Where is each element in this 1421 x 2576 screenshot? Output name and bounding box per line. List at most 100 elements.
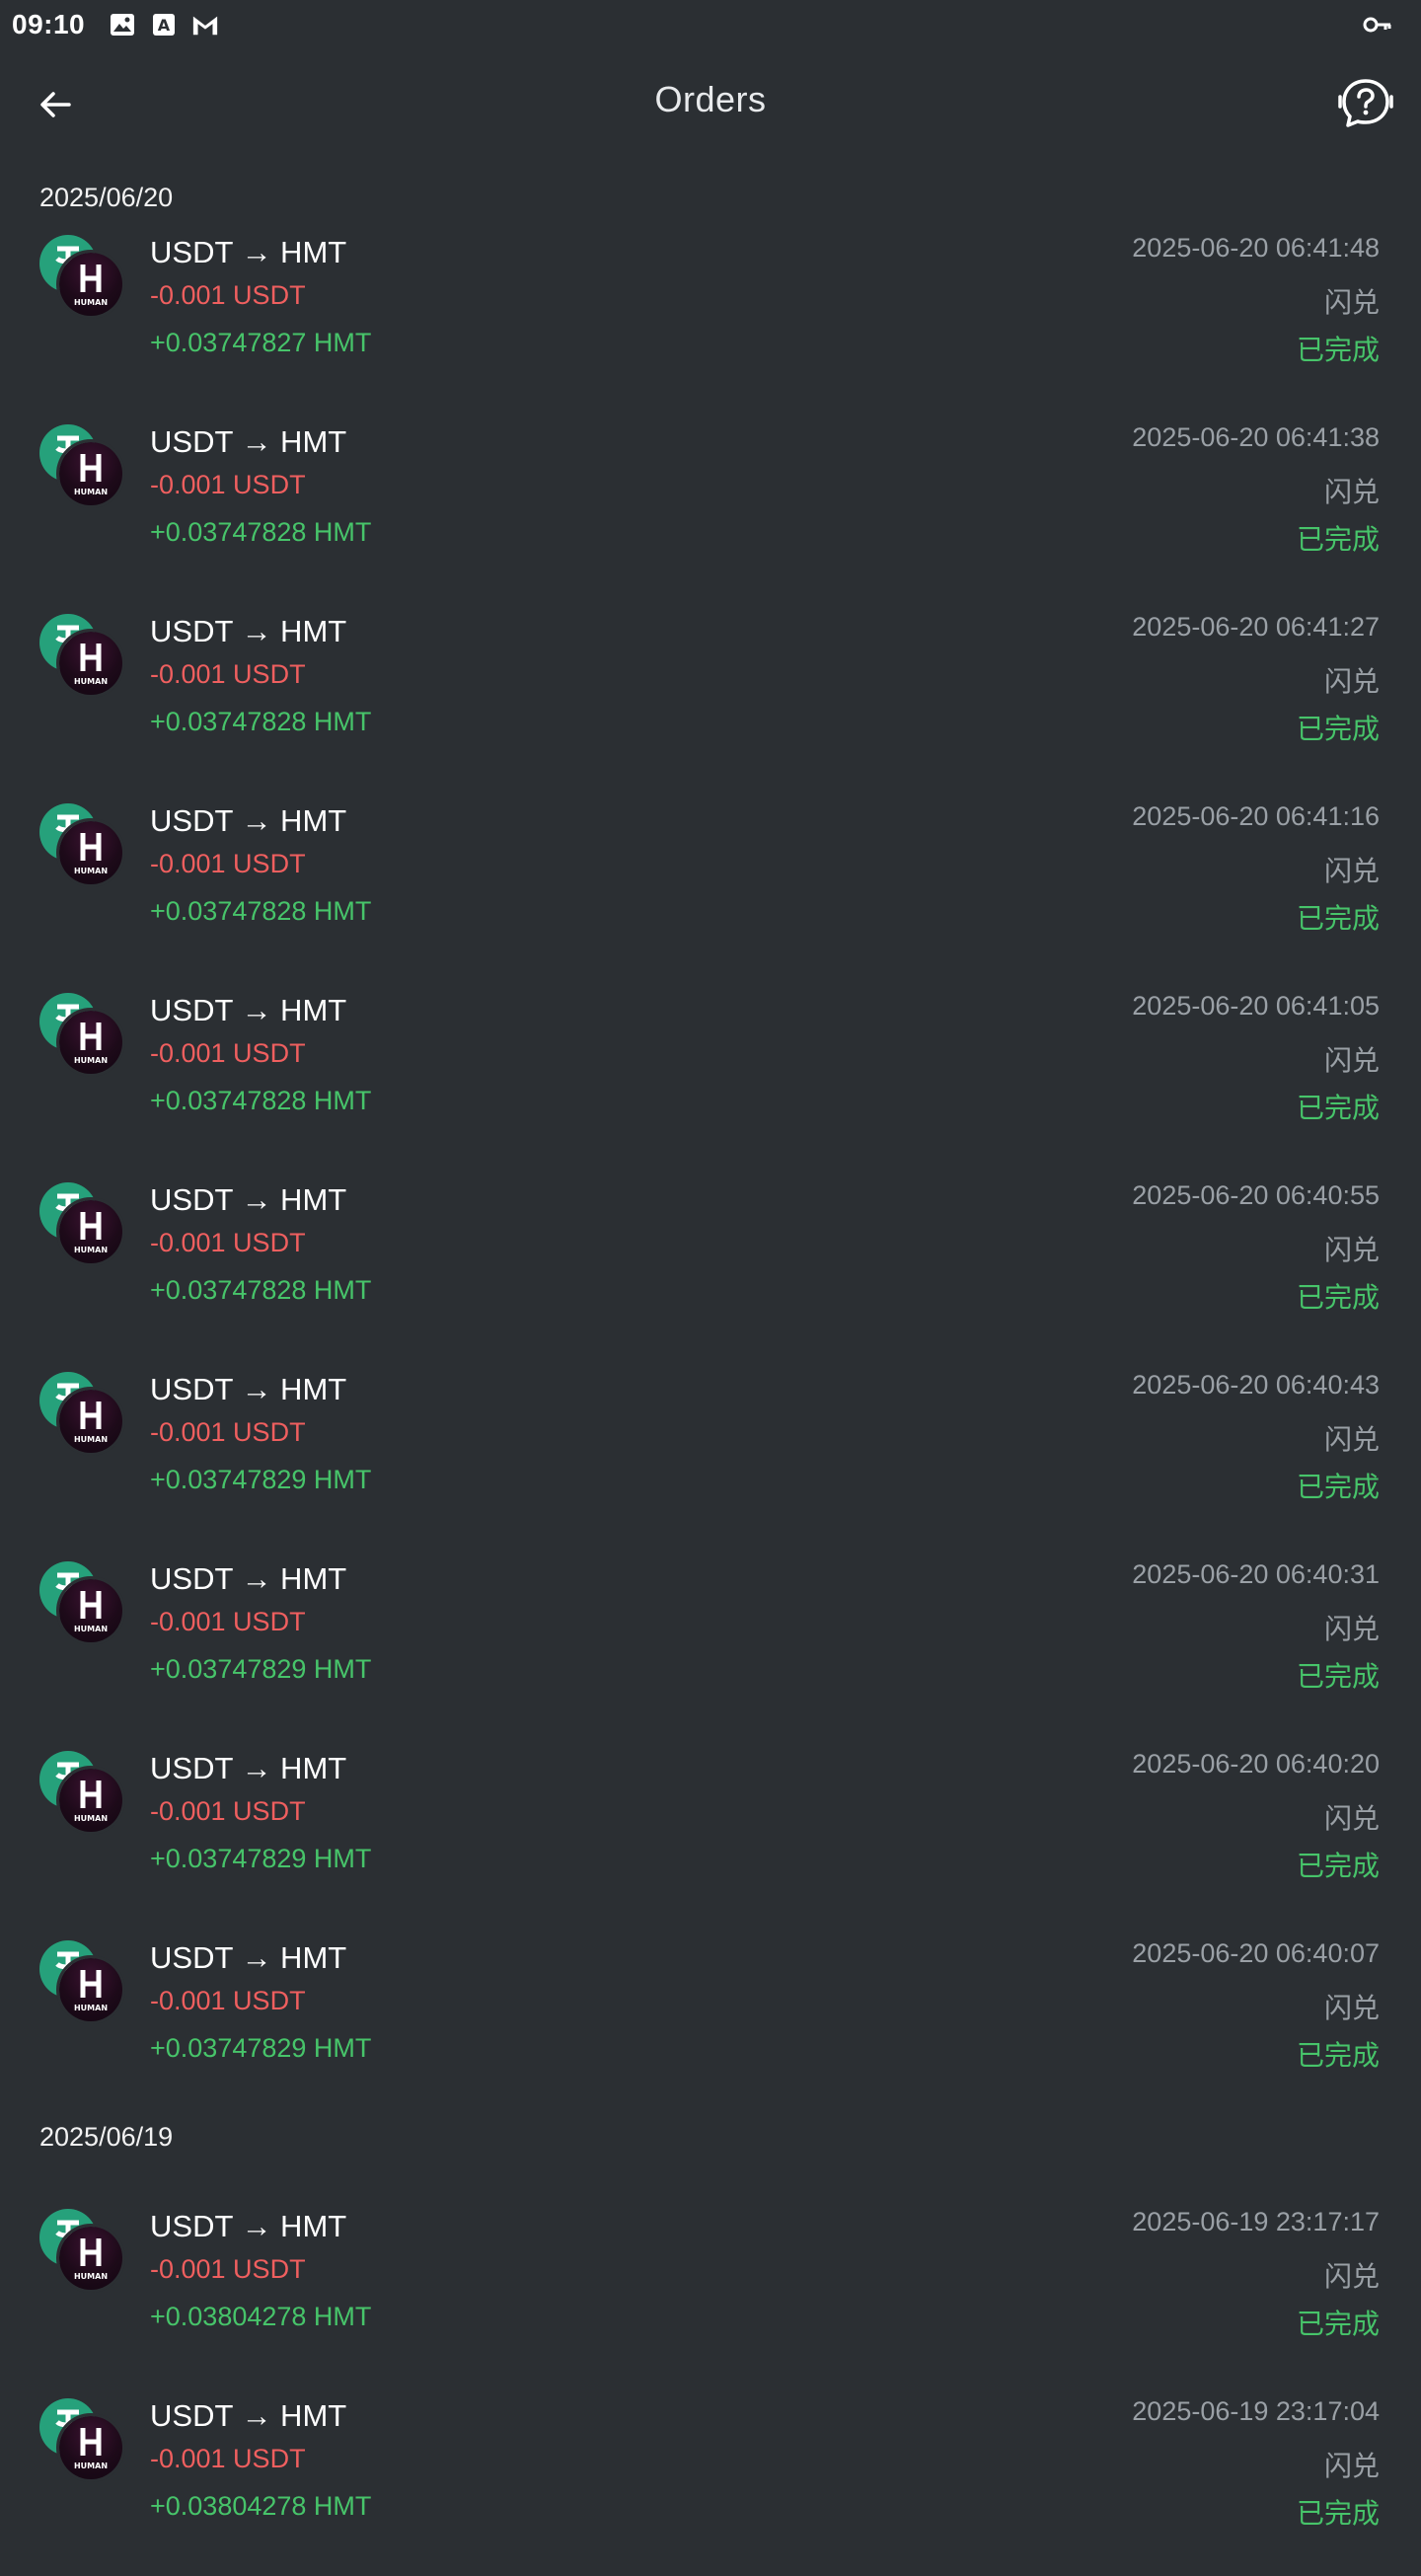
order-sent-amount: -0.001 USDT	[150, 1796, 306, 1826]
hmt-coin-icon: HUMAN	[59, 632, 122, 695]
help-button[interactable]	[1334, 74, 1397, 137]
order-datetime: 2025-06-20 06:40:20	[1132, 1749, 1380, 1779]
order-item[interactable]: HUMAN USDT → HMT -0.001 USDT +0.03747829…	[0, 1552, 1421, 1739]
order-type: 闪兑	[1323, 1045, 1380, 1076]
order-sent-amount: -0.001 USDT	[150, 1986, 306, 2015]
hmt-coin-caption: HUMAN	[74, 298, 108, 307]
order-type: 闪兑	[1323, 666, 1380, 697]
order-sent-amount: -0.001 USDT	[150, 2254, 306, 2284]
page-title: Orders	[654, 79, 767, 119]
order-item[interactable]: HUMAN USDT → HMT -0.001 USDT +0.03747828…	[0, 794, 1421, 981]
order-sent-amount: -0.001 USDT	[150, 1038, 306, 1068]
hmt-coin-caption: HUMAN	[74, 867, 108, 875]
order-status: 已完成	[1296, 2040, 1380, 2071]
order-datetime: 2025-06-20 06:40:07	[1132, 1938, 1380, 1968]
hmt-coin-icon: HUMAN	[59, 442, 122, 505]
hmt-coin-icon: HUMAN	[59, 1390, 122, 1453]
order-type: 闪兑	[1323, 1803, 1380, 1834]
order-status: 已完成	[1296, 2309, 1380, 2339]
order-type: 闪兑	[1323, 1235, 1380, 1265]
order-item[interactable]: HUMAN USDT → HMT -0.001 USDT +0.03747828…	[0, 415, 1421, 602]
order-received-amount: +0.03747829 HMT	[150, 1844, 372, 1873]
order-status: 已完成	[1296, 524, 1380, 555]
status-bar: 09:10 A	[0, 0, 1421, 49]
hmt-coin-icon: HUMAN	[59, 821, 122, 884]
order-datetime: 2025-06-20 06:41:27	[1132, 612, 1380, 642]
order-received-amount: +0.03747829 HMT	[150, 2033, 372, 2063]
hmt-coin-icon: HUMAN	[59, 1958, 122, 2021]
hmt-coin-icon: HUMAN	[59, 2416, 122, 2479]
order-pair: USDT → HMT	[150, 2398, 347, 2433]
hmt-coin-icon: HUMAN	[59, 1579, 122, 1642]
order-item[interactable]: HUMAN USDT → HMT -0.001 USDT +0.03747829…	[0, 1741, 1421, 1929]
key-icon	[1362, 10, 1393, 39]
hmt-coin-icon: HUMAN	[59, 2227, 122, 2290]
order-pair: USDT → HMT	[150, 2209, 347, 2243]
order-sent-amount: -0.001 USDT	[150, 849, 306, 878]
order-status: 已完成	[1296, 1093, 1380, 1123]
order-item[interactable]: HUMAN USDT → HMT -0.001 USDT +0.03747827…	[0, 225, 1421, 413]
order-type: 闪兑	[1323, 2451, 1380, 2481]
gmail-icon	[191, 11, 219, 38]
hmt-coin-icon: HUMAN	[59, 1769, 122, 1832]
order-received-amount: +0.03747829 HMT	[150, 1654, 372, 1684]
order-item[interactable]: HUMAN USDT → HMT -0.001 USDT +0.03804278…	[0, 2199, 1421, 2387]
order-sent-amount: -0.001 USDT	[150, 659, 306, 689]
hmt-coin-caption: HUMAN	[74, 1435, 108, 1444]
order-item[interactable]: HUMAN USDT → HMT -0.001 USDT +0.03747829…	[0, 1362, 1421, 1550]
order-item[interactable]: HUMAN USDT → HMT -0.001 USDT +0.03747829…	[0, 1931, 1421, 2118]
hmt-coin-icon: HUMAN	[59, 1011, 122, 1074]
order-item[interactable]: HUMAN USDT → HMT -0.001 USDT +0.03804278…	[0, 2388, 1421, 2576]
order-status: 已完成	[1296, 1851, 1380, 1881]
order-status: 已完成	[1296, 903, 1380, 934]
order-type: 闪兑	[1323, 1614, 1380, 1644]
order-received-amount: +0.03747829 HMT	[150, 1465, 372, 1494]
order-received-amount: +0.03747828 HMT	[150, 1086, 372, 1115]
hmt-coin-caption: HUMAN	[74, 1056, 108, 1065]
order-type: 闪兑	[1323, 477, 1380, 507]
order-status: 已完成	[1296, 714, 1380, 744]
order-type: 闪兑	[1323, 1424, 1380, 1455]
order-type: 闪兑	[1323, 1993, 1380, 2023]
order-type: 闪兑	[1323, 2261, 1380, 2292]
order-pair: USDT → HMT	[150, 1940, 347, 1975]
order-item[interactable]: HUMAN USDT → HMT -0.001 USDT +0.03747828…	[0, 604, 1421, 792]
order-datetime: 2025-06-19 23:17:04	[1132, 2396, 1380, 2426]
order-sent-amount: -0.001 USDT	[150, 1607, 306, 1636]
order-sent-amount: -0.001 USDT	[150, 1228, 306, 1257]
order-status: 已完成	[1296, 1472, 1380, 1502]
order-pair: USDT → HMT	[150, 424, 347, 459]
order-status: 已完成	[1296, 2498, 1380, 2529]
hmt-coin-caption: HUMAN	[74, 677, 108, 686]
order-datetime: 2025-06-20 06:40:55	[1132, 1180, 1380, 1210]
order-pair: USDT → HMT	[150, 1182, 347, 1217]
order-received-amount: +0.03747828 HMT	[150, 707, 372, 736]
order-sent-amount: -0.001 USDT	[150, 1417, 306, 1447]
hmt-coin-caption: HUMAN	[74, 2272, 108, 2281]
order-pair: USDT → HMT	[150, 1561, 347, 1596]
order-datetime: 2025-06-20 06:41:38	[1132, 422, 1380, 452]
order-datetime: 2025-06-20 06:41:48	[1132, 233, 1380, 263]
order-type: 闪兑	[1323, 856, 1380, 886]
order-pair: USDT → HMT	[150, 803, 347, 838]
order-sent-amount: -0.001 USDT	[150, 2444, 306, 2473]
font-app-icon: A	[150, 11, 178, 38]
order-pair: USDT → HMT	[150, 993, 347, 1027]
order-received-amount: +0.03804278 HMT	[150, 2302, 372, 2331]
hmt-coin-icon: HUMAN	[59, 253, 122, 316]
image-icon	[109, 11, 136, 38]
app-bar: Orders	[0, 49, 1421, 156]
order-pair: USDT → HMT	[150, 235, 347, 269]
order-received-amount: +0.03747827 HMT	[150, 328, 372, 357]
order-item[interactable]: HUMAN USDT → HMT -0.001 USDT +0.03747828…	[0, 1173, 1421, 1360]
hmt-coin-caption: HUMAN	[74, 1625, 108, 1633]
date-group-header: 2025/06/20	[39, 183, 174, 212]
svg-text:A: A	[158, 16, 171, 35]
hmt-coin-caption: HUMAN	[74, 1246, 108, 1254]
hmt-coin-caption: HUMAN	[74, 1814, 108, 1823]
hmt-coin-caption: HUMAN	[74, 2004, 108, 2012]
order-sent-amount: -0.001 USDT	[150, 470, 306, 499]
help-chat-icon	[1337, 75, 1394, 137]
order-item[interactable]: HUMAN USDT → HMT -0.001 USDT +0.03747828…	[0, 983, 1421, 1171]
order-datetime: 2025-06-20 06:41:05	[1132, 991, 1380, 1021]
